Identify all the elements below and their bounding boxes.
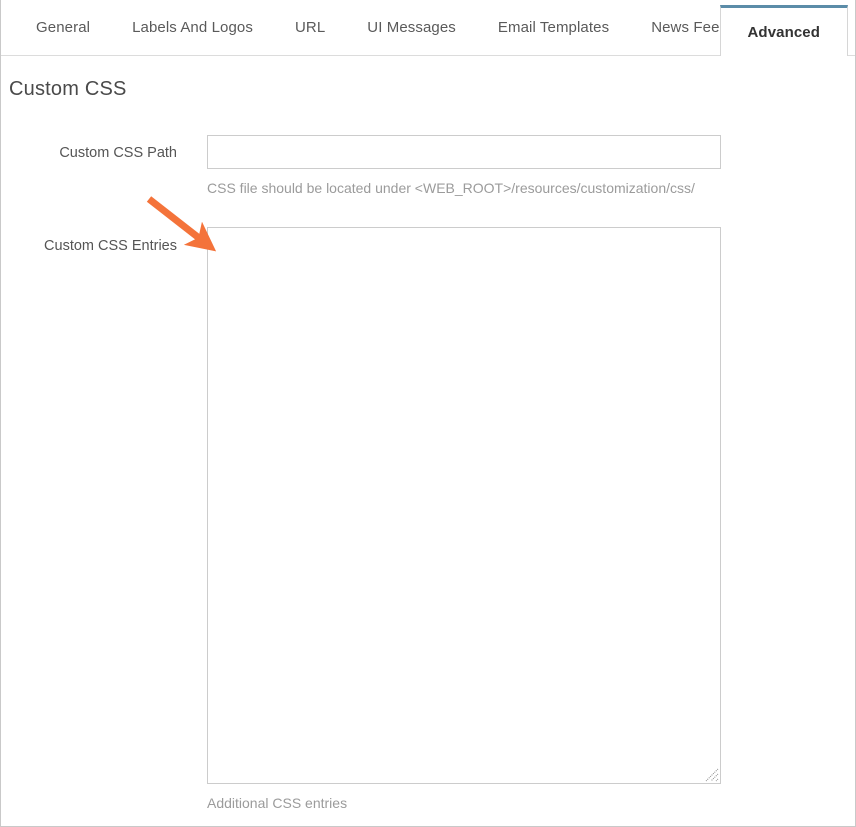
tab-url[interactable]: URL	[274, 0, 346, 56]
custom-css-path-input[interactable]	[207, 135, 721, 169]
custom-css-entries-wrapper	[207, 227, 721, 784]
tab-labels-and-logos[interactable]: Labels And Logos	[111, 0, 274, 56]
section-title-custom-css: Custom CSS	[9, 78, 127, 101]
tab-bar: General Labels And Logos URL UI Messages…	[1, 0, 855, 56]
help-text-custom-css-entries: Additional CSS entries	[207, 795, 347, 811]
tab-ui-messages[interactable]: UI Messages	[346, 0, 477, 56]
label-custom-css-path: Custom CSS Path	[1, 145, 177, 161]
help-text-custom-css-path: CSS file should be located under <WEB_RO…	[207, 180, 695, 196]
settings-page: General Labels And Logos URL UI Messages…	[0, 0, 856, 827]
tab-panel-advanced: Custom CSS Custom CSS Path CSS file shou…	[1, 57, 855, 826]
label-custom-css-entries: Custom CSS Entries	[1, 238, 177, 254]
tab-list: General Labels And Logos URL UI Messages…	[1, 0, 855, 56]
tab-general[interactable]: General	[15, 0, 111, 56]
custom-css-entries-textarea[interactable]	[207, 227, 721, 784]
tab-advanced[interactable]: Advanced	[720, 5, 849, 56]
tab-email-templates[interactable]: Email Templates	[477, 0, 630, 56]
